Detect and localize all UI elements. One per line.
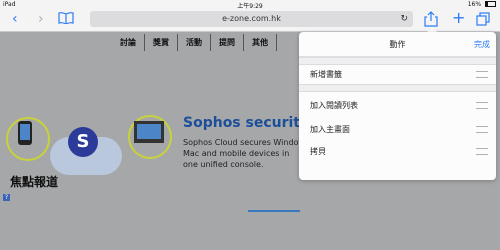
section-divider [299,57,496,65]
nav-item-events[interactable]: 活動 [178,34,211,51]
nav-item-questions[interactable]: 提問 [211,34,244,51]
forward-icon[interactable]: › [38,12,44,26]
phone-image [18,121,32,145]
sophos-logo-icon: S [68,127,98,157]
reorder-handle-icon[interactable] [476,71,488,78]
monitor-image [134,121,164,143]
action-add-home-screen[interactable]: 加入主畫面 [299,120,496,138]
nav-item-discussion[interactable]: 討論 [112,34,145,51]
section-divider [299,84,496,92]
battery-icon [485,1,496,7]
reorder-handle-icon[interactable] [476,102,488,109]
done-button[interactable]: 完成 [474,39,490,50]
action-label: 加入主畫面 [310,125,350,134]
action-add-reading-list[interactable]: 加入閱讀列表 [299,96,496,114]
ad-body-line: Sophos Cloud secures Window [183,138,305,147]
status-bar: iPad 上午9:29 16% [0,0,500,10]
back-icon[interactable]: ‹ [12,12,18,26]
section-title: 焦點報道 [10,175,59,189]
site-nav: 討論 獎賞 活動 提問 其他 [112,34,277,51]
nav-item-other[interactable]: 其他 [244,34,277,51]
action-sheet: 動作 完成 新增書籤 加入閱讀列表 加入主畫面 拷貝 [299,32,496,180]
nav-item-rewards[interactable]: 獎賞 [145,34,178,51]
action-copy[interactable]: 拷貝 [299,142,496,160]
action-add-bookmark[interactable]: 新增書籤 [299,65,496,83]
bookmarks-icon[interactable] [58,12,74,27]
battery-percent: 16% [467,1,482,8]
action-sheet-title: 動作 [389,40,406,49]
action-label: 新增書籤 [310,70,342,79]
action-label: 加入閱讀列表 [310,101,358,110]
share-glyph [424,11,438,27]
address-bar[interactable]: e-zone.com.hk ↻ [90,11,413,27]
help-icon[interactable]: ? [3,194,10,201]
ad-body-line: one unified console. [183,160,264,169]
action-sheet-header: 動作 完成 [299,32,496,57]
url-text: e-zone.com.hk [222,14,281,23]
divider-line [248,210,300,212]
reorder-handle-icon[interactable] [476,126,488,133]
ad-body-line: Mac and mobile devices in [183,149,290,158]
tabs-glyph [476,12,490,26]
reload-icon[interactable]: ↻ [400,11,408,27]
reorder-handle-icon[interactable] [476,148,488,155]
ad-body: Sophos Cloud secures Window Mac and mobi… [183,137,305,170]
browser-toolbar: ‹ › e-zone.com.hk ↻ + [0,9,500,32]
new-tab-icon[interactable]: + [452,10,465,26]
book-icon [58,12,74,25]
action-label: 拷貝 [310,147,326,156]
battery-status: 16% [468,1,496,8]
tabs-icon[interactable] [476,12,490,29]
